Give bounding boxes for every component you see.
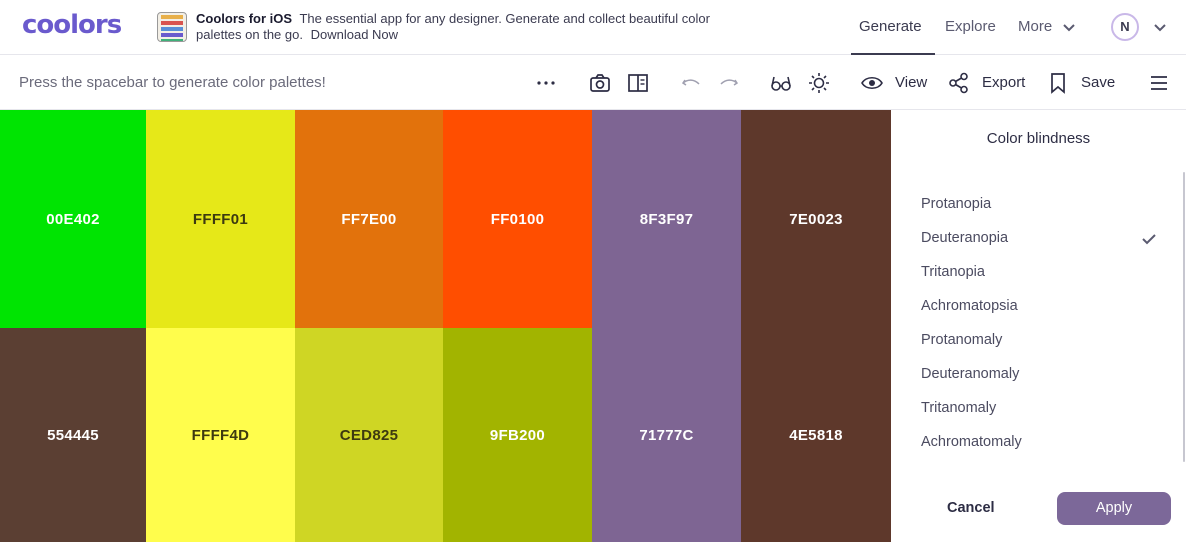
- nav-generate[interactable]: Generate: [859, 18, 922, 35]
- color-swatch[interactable]: 00E402: [0, 110, 146, 328]
- chevron-down-icon[interactable]: [1062, 22, 1076, 34]
- option-tritanomaly[interactable]: Tritanomaly: [921, 400, 996, 416]
- color-blindness-panel: Color blindness Protanopia Deuteranopia …: [891, 110, 1186, 542]
- redo-icon[interactable]: [718, 72, 740, 94]
- avatar[interactable]: N: [1111, 13, 1139, 41]
- view-button[interactable]: View: [895, 74, 927, 91]
- save-button[interactable]: Save: [1081, 74, 1115, 91]
- option-deuteranomaly[interactable]: Deuteranomaly: [921, 366, 1019, 382]
- camera-icon[interactable]: [589, 72, 611, 94]
- color-swatch[interactable]: FF7E00: [295, 110, 443, 328]
- color-swatch[interactable]: CED825: [295, 328, 443, 542]
- top-navbar: coolors Coolors for iOS The essential ap…: [0, 0, 1186, 55]
- hex-label[interactable]: 7E0023: [789, 211, 843, 228]
- apply-button[interactable]: Apply: [1057, 492, 1171, 525]
- eye-icon[interactable]: [861, 72, 883, 94]
- option-protanomaly[interactable]: Protanomaly: [921, 332, 1002, 348]
- export-button[interactable]: Export: [982, 74, 1025, 91]
- glasses-icon[interactable]: [770, 72, 792, 94]
- nav-active-indicator: [851, 53, 935, 55]
- promo-banner: Coolors for iOS The essential app for an…: [196, 11, 746, 43]
- sun-icon[interactable]: [808, 72, 830, 94]
- toolbar: Press the spacebar to generate color pal…: [0, 56, 1186, 110]
- check-icon: [1142, 234, 1156, 245]
- panel-title: Color blindness: [986, 130, 1091, 147]
- nav-more[interactable]: More: [1018, 18, 1052, 35]
- hex-label[interactable]: FFFF4D: [192, 427, 250, 444]
- hex-label[interactable]: 00E402: [46, 211, 100, 228]
- share-icon[interactable]: [948, 72, 970, 94]
- promo-download-link[interactable]: Download Now: [311, 27, 398, 42]
- hex-label[interactable]: FF0100: [491, 211, 545, 228]
- chevron-down-icon[interactable]: [1153, 22, 1167, 34]
- hex-label[interactable]: FF7E00: [341, 211, 396, 228]
- undo-icon[interactable]: [680, 72, 702, 94]
- spacebar-hint: Press the spacebar to generate color pal…: [19, 74, 326, 91]
- promo-title: Coolors for iOS: [196, 11, 293, 26]
- hex-label[interactable]: CED825: [340, 427, 399, 444]
- color-swatch[interactable]: FFFF4D: [146, 328, 295, 542]
- option-protanopia[interactable]: Protanopia: [921, 196, 991, 212]
- hex-label[interactable]: 554445: [47, 427, 99, 444]
- hamburger-icon[interactable]: [1148, 72, 1170, 94]
- hex-label[interactable]: 8F3F97: [640, 211, 694, 228]
- color-swatch[interactable]: FF0100: [443, 110, 592, 328]
- color-swatch[interactable]: 71777C: [592, 328, 741, 542]
- color-swatch[interactable]: 7E0023: [741, 110, 891, 328]
- nav-explore[interactable]: Explore: [945, 18, 996, 35]
- option-deuteranopia[interactable]: Deuteranopia: [921, 230, 1008, 246]
- option-achromatomaly[interactable]: Achromatomaly: [921, 434, 1022, 450]
- dots-icon[interactable]: [535, 72, 557, 94]
- hex-label[interactable]: 4E5818: [789, 427, 843, 444]
- book-icon[interactable]: [627, 72, 649, 94]
- color-palette: 00E402 FFFF01 FF7E00 FF0100 8F3F97 55444…: [0, 110, 891, 542]
- hex-label[interactable]: 71777C: [639, 427, 693, 444]
- cancel-button[interactable]: Cancel: [947, 500, 995, 516]
- color-swatch[interactable]: 4E5818: [741, 328, 891, 542]
- color-swatch[interactable]: FFFF01: [146, 110, 295, 328]
- panel-scrollbar[interactable]: [1183, 172, 1185, 462]
- hex-label[interactable]: FFFF01: [193, 211, 248, 228]
- app-promo-icon[interactable]: [157, 12, 187, 42]
- option-achromatopsia[interactable]: Achromatopsia: [921, 298, 1018, 314]
- hex-label[interactable]: 9FB200: [490, 427, 545, 444]
- color-swatch[interactable]: 554445: [0, 328, 146, 542]
- logo[interactable]: coolors: [22, 10, 122, 40]
- option-tritanopia[interactable]: Tritanopia: [921, 264, 985, 280]
- color-swatch[interactable]: 8F3F97: [592, 110, 741, 328]
- color-swatch[interactable]: 9FB200: [443, 328, 592, 542]
- bookmark-icon[interactable]: [1047, 72, 1069, 94]
